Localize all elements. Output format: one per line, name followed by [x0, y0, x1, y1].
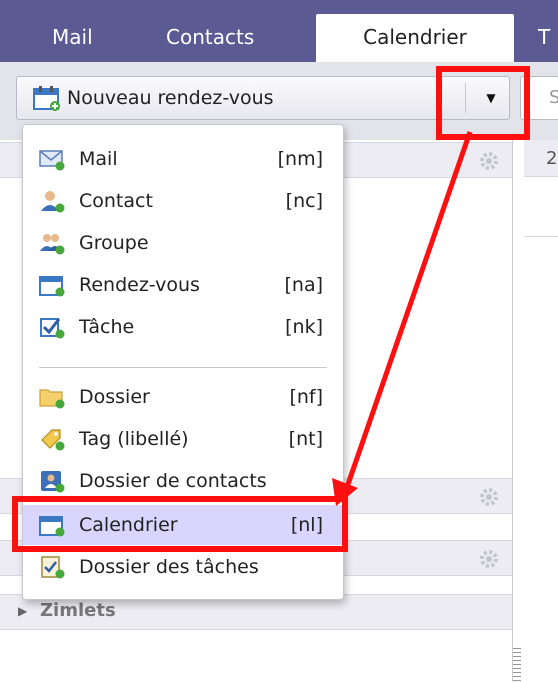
- annotation-arrow: [332, 131, 473, 506]
